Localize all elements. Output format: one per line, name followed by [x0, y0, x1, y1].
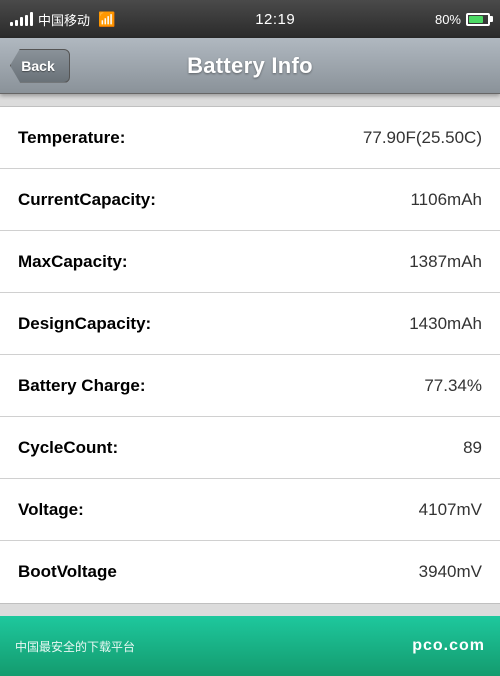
table-row: CycleCount: 89 [0, 417, 500, 479]
row-value: 89 [463, 438, 482, 458]
watermark-text: 中国最安全的下载平台 [15, 638, 135, 655]
watermark-bar: 中国最安全的下载平台 pco.com [0, 616, 500, 676]
back-button[interactable]: Back [10, 49, 70, 83]
info-table: Temperature: 77.90F(25.50C) CurrentCapacit… [0, 106, 500, 604]
status-bar: 中国移动 📶 12:19 80% [0, 0, 500, 38]
status-left: 中国移动 📶 [10, 10, 115, 29]
signal-bar-5 [30, 12, 33, 26]
table-row: Voltage: 4107mV [0, 479, 500, 541]
row-label: Temperature: [18, 128, 125, 148]
signal-bar-2 [15, 20, 18, 26]
row-value: 4107mV [419, 500, 482, 520]
row-label: BootVoltage [18, 562, 117, 582]
wifi-icon: 📶 [98, 11, 115, 28]
status-right: 80% [435, 12, 490, 27]
signal-bar-1 [10, 22, 13, 26]
status-time: 12:19 [255, 11, 295, 28]
table-row: BootVoltage 3940mV [0, 541, 500, 603]
table-row: DesignCapacity: 1430mAh [0, 293, 500, 355]
signal-bar-4 [25, 15, 28, 26]
page-title: Battery Info [187, 53, 313, 79]
row-label: Voltage: [18, 500, 84, 520]
row-value: 1430mAh [409, 314, 482, 334]
table-row: CurrentCapacity: 1106mAh [0, 169, 500, 231]
content-area: Temperature: 77.90F(25.50C) CurrentCapacit… [0, 94, 500, 616]
watermark-logo: pco.com [412, 637, 485, 655]
battery-icon [466, 13, 490, 26]
row-label: CurrentCapacity: [18, 190, 156, 210]
row-value: 77.90F(25.50C) [363, 128, 482, 148]
battery-percent: 80% [435, 12, 461, 27]
row-label: CycleCount: [18, 438, 118, 458]
table-row: Temperature: 77.90F(25.50C) [0, 107, 500, 169]
row-label: DesignCapacity: [18, 314, 151, 334]
row-value: 1106mAh [410, 190, 482, 210]
table-row: Battery Charge: 77.34% [0, 355, 500, 417]
nav-bar: Back Battery Info [0, 38, 500, 94]
row-label: MaxCapacity: [18, 252, 128, 272]
row-value: 1387mAh [409, 252, 482, 272]
battery-fill [469, 16, 483, 23]
row-value: 3940mV [419, 562, 482, 582]
signal-bar-3 [20, 17, 23, 26]
signal-bars [10, 12, 33, 26]
row-label: Battery Charge: [18, 376, 146, 396]
table-row: MaxCapacity: 1387mAh [0, 231, 500, 293]
row-value: 77.34% [424, 376, 482, 396]
carrier-label: 中国移动 [38, 10, 90, 29]
